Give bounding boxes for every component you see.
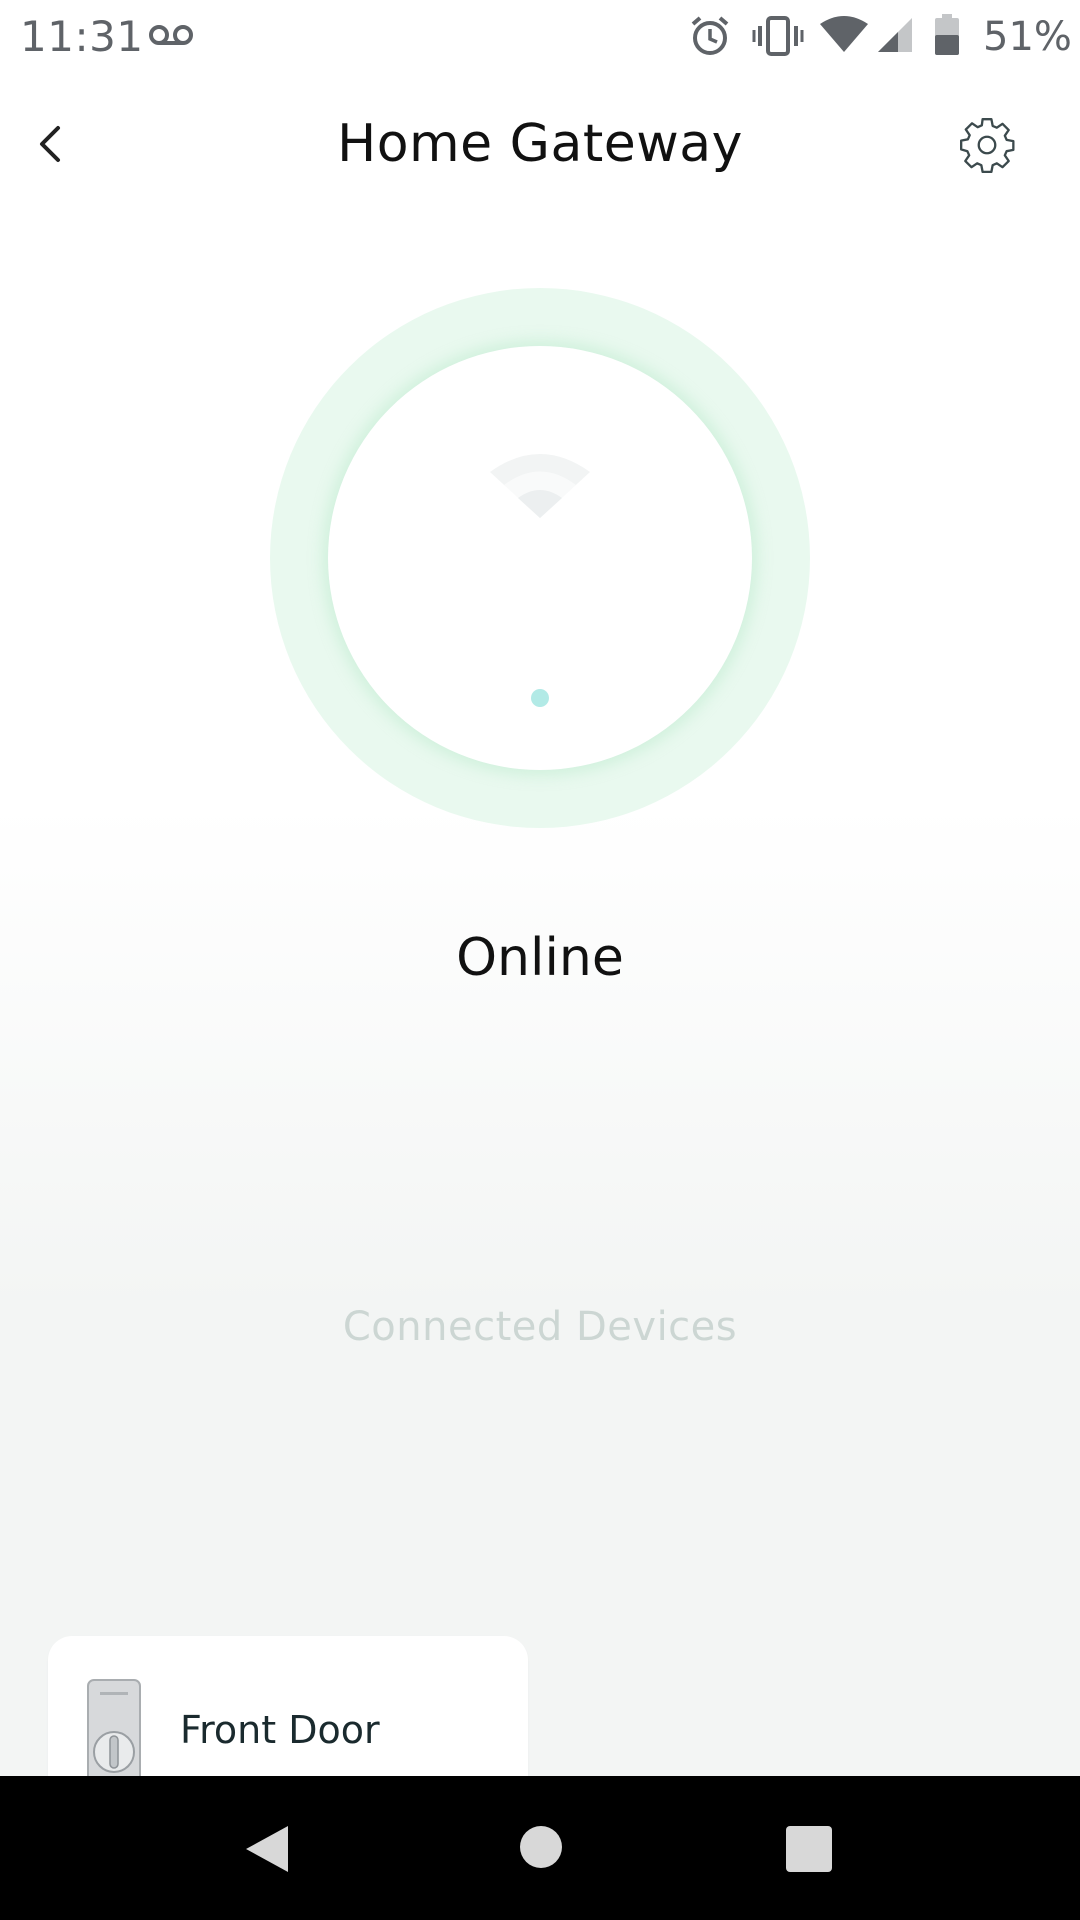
- vibrate-icon: [752, 16, 804, 60]
- battery-icon: [934, 14, 960, 60]
- settings-button[interactable]: [956, 114, 1018, 176]
- main-content: Online Connected Devices Front Door: [0, 210, 1080, 1828]
- status-dot: [531, 689, 549, 707]
- smart-lock-icon: [86, 1678, 142, 1790]
- status-bar: 11:31 51%: [0, 0, 1080, 74]
- header: Home Gateway: [0, 74, 1080, 210]
- nav-back-icon[interactable]: [244, 1824, 290, 1878]
- nav-recents-icon[interactable]: [786, 1826, 832, 1872]
- navigation-bar: [0, 1776, 1080, 1920]
- alarm-icon: [688, 14, 732, 62]
- gear-icon: [956, 118, 1018, 180]
- wifi-icon: [820, 16, 868, 58]
- gateway-status-label: Online: [456, 928, 624, 988]
- page-title: Home Gateway: [337, 114, 743, 174]
- battery-percent: 51%: [983, 14, 1072, 60]
- nav-home-icon[interactable]: [520, 1826, 562, 1868]
- connected-devices-title: Connected Devices: [342, 1304, 738, 1350]
- cell-signal-icon: [876, 16, 914, 58]
- wifi-icon: [490, 452, 590, 526]
- gateway-status-inner: [328, 346, 752, 770]
- device-name: Front Door: [180, 1708, 380, 1752]
- voicemail-icon: [148, 22, 194, 52]
- gateway-status-ring: [270, 288, 810, 828]
- status-time: 11:31: [20, 12, 144, 61]
